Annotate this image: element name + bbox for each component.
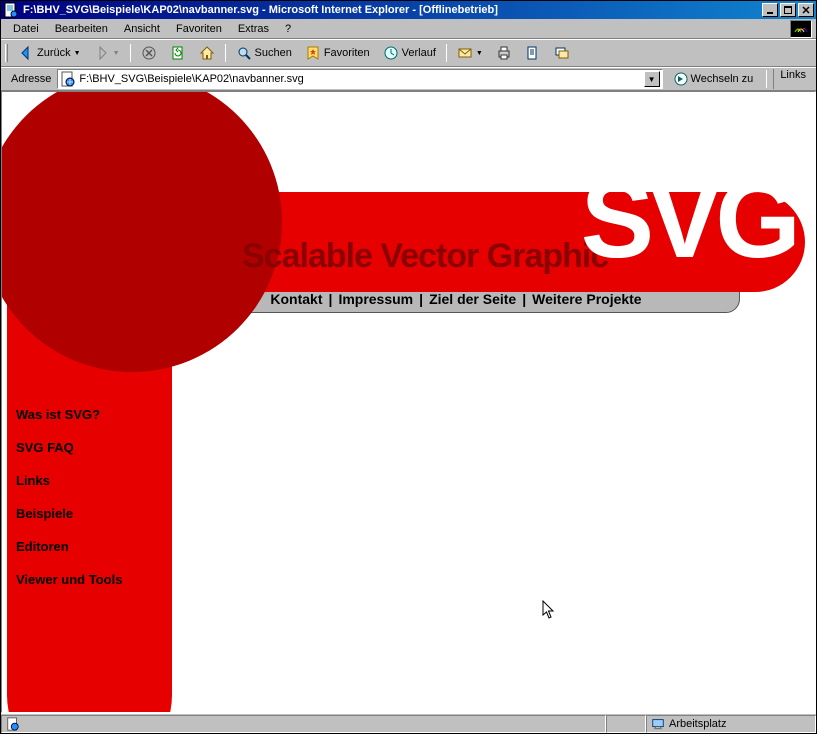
ie-window: F:\BHV_SVG\Beispiele\KAP02\navbanner.svg… — [0, 0, 817, 734]
ie-page-icon — [60, 71, 76, 87]
address-combo[interactable]: F:\BHV_SVG\Beispiele\KAP02\navbanner.svg… — [57, 69, 662, 89]
status-spacer — [606, 715, 646, 733]
tagline-text: Scalable Vector Graphic — [242, 237, 608, 276]
menu-datei[interactable]: Datei — [5, 21, 47, 37]
mail-button[interactable]: ▼ — [452, 42, 488, 64]
nav-impressum[interactable]: Impressum — [338, 291, 413, 307]
statusbar: Arbeitsplatz — [1, 713, 816, 733]
corner-circle-shape — [1, 91, 282, 372]
history-button[interactable]: Verlauf — [378, 42, 441, 64]
minimize-button[interactable] — [762, 3, 778, 17]
toolbar-grip[interactable] — [5, 44, 8, 62]
side-editoren[interactable]: Editoren — [16, 539, 122, 554]
close-button[interactable] — [798, 3, 814, 17]
nav-ziel[interactable]: Ziel der Seite — [429, 291, 516, 307]
address-dropdown-button[interactable]: ▼ — [644, 71, 660, 87]
side-beispiele[interactable]: Beispiele — [16, 506, 122, 521]
address-value: F:\BHV_SVG\Beispiele\KAP02\navbanner.svg — [79, 73, 643, 85]
stop-button[interactable] — [136, 42, 162, 64]
search-button[interactable]: Suchen — [231, 42, 297, 64]
search-label: Suchen — [255, 47, 292, 59]
maximize-button[interactable] — [780, 3, 796, 17]
ie-page-icon — [3, 2, 19, 18]
svg-document: Kontakt| Impressum| Ziel der Seite| Weit… — [2, 92, 815, 712]
address-label: Adresse — [9, 73, 53, 85]
my-computer-icon — [651, 717, 665, 731]
address-bar: Adresse F:\BHV_SVG\Beispiele\KAP02\navba… — [1, 67, 816, 91]
window-title: F:\BHV_SVG\Beispiele\KAP02\navbanner.svg… — [23, 4, 762, 16]
side-was-ist-svg[interactable]: Was ist SVG? — [16, 407, 122, 422]
discuss-button[interactable] — [549, 42, 575, 64]
go-button[interactable]: Wechseln zu — [667, 69, 761, 89]
toolbar: Zurück ▼ ▼ Suchen Favoriten Verlauf — [1, 39, 816, 67]
side-svg-faq[interactable]: SVG FAQ — [16, 440, 122, 455]
side-nav: Was ist SVG? SVG FAQ Links Beispiele Edi… — [16, 407, 122, 605]
menu-extras[interactable]: Extras — [230, 21, 277, 37]
forward-button[interactable]: ▼ — [89, 42, 125, 64]
back-label: Zurück — [37, 47, 71, 59]
nav-kontakt[interactable]: Kontakt — [270, 291, 322, 307]
back-button[interactable]: Zurück ▼ — [13, 42, 86, 64]
menu-ansicht[interactable]: Ansicht — [116, 21, 168, 37]
history-label: Verlauf — [402, 47, 436, 59]
refresh-button[interactable] — [165, 42, 191, 64]
edit-button[interactable] — [520, 42, 546, 64]
menu-favoriten[interactable]: Favoriten — [168, 21, 230, 37]
links-label: Links — [780, 69, 806, 81]
menubar: Datei Bearbeiten Ansicht Favoriten Extra… — [1, 19, 816, 39]
favorites-button[interactable]: Favoriten — [300, 42, 375, 64]
home-button[interactable] — [194, 42, 220, 64]
titlebar: F:\BHV_SVG\Beispiele\KAP02\navbanner.svg… — [1, 1, 816, 19]
side-viewer[interactable]: Viewer und Tools — [16, 572, 122, 587]
logo-text: SVG — [581, 170, 795, 269]
print-button[interactable] — [491, 42, 517, 64]
nav-projekte[interactable]: Weitere Projekte — [532, 291, 641, 307]
status-main — [1, 715, 606, 733]
go-label: Wechseln zu — [691, 73, 754, 85]
side-links[interactable]: Links — [16, 473, 122, 488]
status-zone-text: Arbeitsplatz — [669, 718, 726, 730]
ie-page-icon — [6, 717, 20, 731]
content-viewport: Kontakt| Impressum| Ziel der Seite| Weit… — [1, 91, 816, 713]
ie-throbber-icon — [790, 20, 812, 38]
favorites-label: Favoriten — [324, 47, 370, 59]
menu-help[interactable]: ? — [277, 21, 299, 37]
mouse-cursor-icon — [542, 600, 558, 620]
menu-bearbeiten[interactable]: Bearbeiten — [47, 21, 116, 37]
links-toolbar[interactable]: Links — [773, 69, 812, 89]
status-zone: Arbeitsplatz — [646, 715, 816, 733]
